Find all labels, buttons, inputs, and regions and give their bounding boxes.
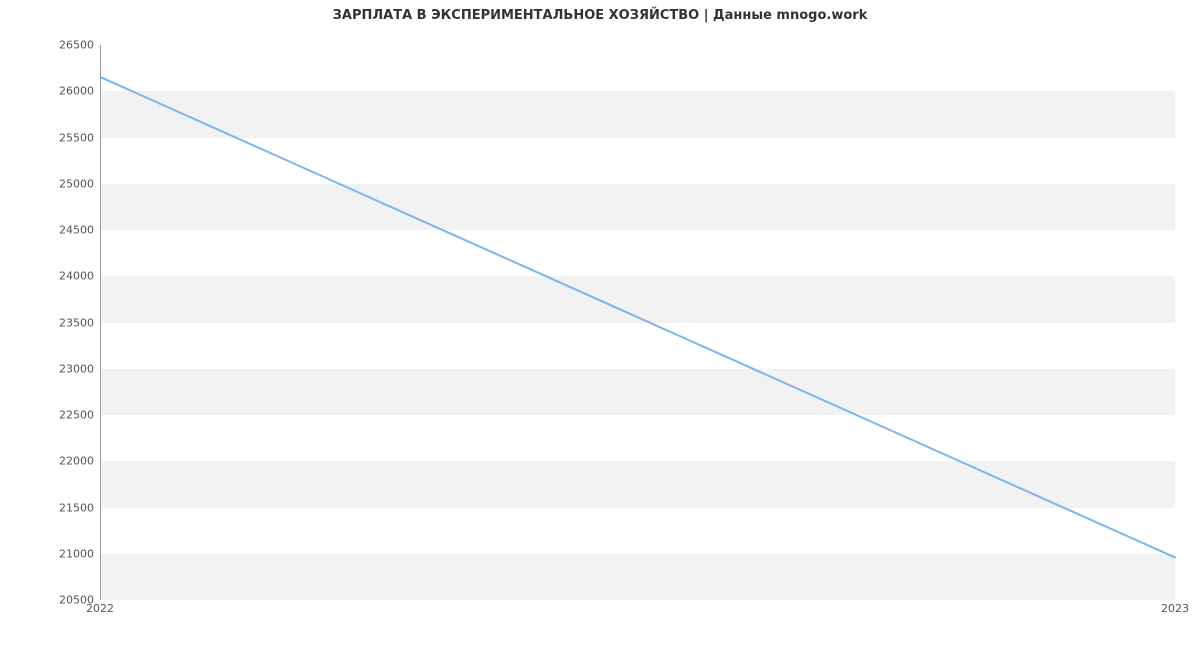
y-tick-label: 23000 xyxy=(0,362,94,375)
chart-title: ЗАРПЛАТА В ЭКСПЕРИМЕНТАЛЬНОЕ ХОЗЯЙСТВО |… xyxy=(0,8,1200,23)
plot-area xyxy=(100,45,1175,600)
y-tick-label: 21000 xyxy=(0,547,94,560)
y-tick-label: 25500 xyxy=(0,131,94,144)
y-tick-label: 23500 xyxy=(0,316,94,329)
y-tick-label: 25000 xyxy=(0,177,94,190)
y-tick-label: 22000 xyxy=(0,455,94,468)
y-tick-label: 24000 xyxy=(0,270,94,283)
y-tick-label: 24500 xyxy=(0,224,94,237)
y-tick-label: 22500 xyxy=(0,409,94,422)
chart-container: ЗАРПЛАТА В ЭКСПЕРИМЕНТАЛЬНОЕ ХОЗЯЙСТВО |… xyxy=(0,0,1200,650)
series-line xyxy=(101,77,1175,557)
line-layer xyxy=(101,45,1175,599)
x-tick-label: 2023 xyxy=(1161,602,1189,615)
y-axis-ticks: 2050021000215002200022500230002350024000… xyxy=(0,45,94,600)
x-tick-label: 2022 xyxy=(86,602,114,615)
y-tick-label: 26000 xyxy=(0,85,94,98)
x-axis-ticks: 20222023 xyxy=(100,602,1175,622)
y-tick-label: 26500 xyxy=(0,39,94,52)
y-tick-label: 21500 xyxy=(0,501,94,514)
y-tick-label: 20500 xyxy=(0,594,94,607)
